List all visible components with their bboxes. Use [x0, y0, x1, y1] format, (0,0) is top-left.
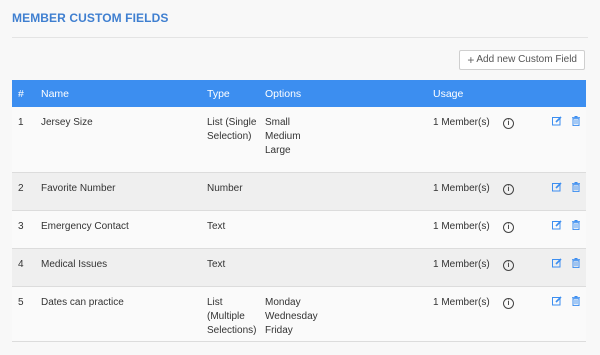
option-item: Medium — [265, 131, 301, 142]
header-options: Options — [265, 87, 302, 100]
edit-icon[interactable] — [552, 181, 562, 192]
row-info: i — [503, 172, 549, 210]
row-options — [265, 210, 433, 248]
row-action-group — [549, 295, 586, 306]
row-actions — [549, 107, 586, 172]
option-item: Wednesday — [265, 310, 318, 322]
info-icon[interactable]: i — [503, 221, 514, 233]
row-num: 5 — [18, 296, 24, 308]
edit-icon[interactable] — [552, 295, 562, 306]
edit-icon[interactable] — [552, 257, 562, 268]
table-row: 4 Medical Issues Text 1 Member(s) i — [12, 248, 586, 286]
row-type: Number — [207, 172, 265, 210]
row-actions — [549, 172, 586, 210]
row-name: Jersey Size — [41, 117, 93, 128]
title-divider — [12, 37, 588, 38]
table-row: 2 Favorite Number Number 1 Member(s) i — [12, 172, 586, 210]
header-info — [503, 80, 549, 107]
row-info: i — [503, 107, 549, 172]
info-icon[interactable]: i — [503, 118, 514, 129]
row-usage: 1 Member(s) — [433, 182, 490, 194]
trash-icon[interactable] — [571, 295, 581, 306]
row-name: Medical Issues — [41, 258, 108, 270]
option-item: Large — [265, 145, 291, 156]
row-type: Text — [207, 210, 265, 248]
type-line: Selections) — [207, 324, 257, 336]
row-usage: 1 Member(s) — [433, 258, 490, 270]
trash-icon[interactable] — [571, 116, 581, 126]
header-name: Name — [41, 87, 70, 100]
type-line: List — [207, 296, 223, 308]
trash-icon[interactable] — [571, 257, 581, 268]
option-item: Small — [265, 117, 291, 128]
option-item: Friday — [265, 324, 293, 336]
table-row: 5 Dates can practice List (Multiple Selectio… — [12, 286, 586, 341]
header-num: # — [18, 87, 24, 100]
row-usage: 1 Member(s) — [433, 296, 490, 308]
row-type: Text — [207, 248, 265, 286]
row-name: Emergency Contact — [41, 220, 129, 232]
header-type: Type — [207, 87, 230, 100]
row-info: i — [503, 286, 549, 341]
row-action-group — [549, 116, 586, 126]
trash-icon[interactable] — [571, 181, 581, 192]
row-name: Favorite Number — [41, 182, 116, 194]
table-header-row: # Name Type Options Usage — [12, 80, 586, 107]
table-row: 1 Jersey Size List (Single Selection) Small M… — [12, 107, 586, 172]
add-custom-field-button[interactable]: + Add new Custom Field — [459, 50, 585, 70]
row-info: i — [503, 248, 549, 286]
page-title: MEMBER CUSTOM FIELDS — [12, 11, 169, 25]
type-line: Text — [207, 220, 226, 232]
row-info: i — [503, 210, 549, 248]
option-item: Monday — [265, 296, 301, 308]
row-options — [265, 248, 433, 286]
row-num: 4 — [18, 258, 24, 270]
type-line: Text — [207, 258, 226, 270]
type-line: Number — [207, 182, 243, 194]
row-type: List (Single Selection) — [207, 107, 265, 172]
edit-icon[interactable] — [552, 219, 562, 230]
edit-icon[interactable] — [552, 116, 562, 126]
row-action-group — [549, 219, 586, 230]
type-line: Selection) — [207, 131, 252, 142]
info-icon[interactable]: i — [503, 297, 514, 309]
type-line: List (Single — [207, 117, 257, 128]
row-usage: 1 Member(s) — [433, 220, 490, 232]
row-name: Dates can practice — [41, 296, 124, 308]
row-actions — [549, 248, 586, 286]
plus-icon: + — [467, 53, 475, 67]
row-usage: 1 Member(s) — [433, 117, 490, 128]
header-actions — [549, 80, 586, 107]
row-options: Monday Wednesday Friday — [265, 286, 433, 341]
table-row: 3 Emergency Contact Text 1 Member(s) i — [12, 210, 586, 248]
row-num: 2 — [18, 182, 24, 194]
info-icon[interactable]: i — [503, 183, 514, 195]
row-actions — [549, 210, 586, 248]
row-options: Small Medium Large — [265, 107, 433, 172]
custom-fields-table: # Name Type Options Usage 1 Jersey Size Li… — [12, 80, 586, 342]
row-num: 1 — [18, 117, 24, 128]
type-line: (Multiple — [207, 310, 245, 322]
info-icon[interactable]: i — [503, 259, 514, 271]
add-custom-field-label: Add new Custom Field — [476, 54, 577, 65]
trash-icon[interactable] — [571, 219, 581, 230]
row-type: List (Multiple Selections) — [207, 286, 265, 341]
row-actions — [549, 286, 586, 341]
row-action-group — [549, 181, 586, 192]
row-options — [265, 172, 433, 210]
row-action-group — [549, 257, 586, 268]
header-usage: Usage — [433, 87, 464, 100]
row-num: 3 — [18, 220, 24, 232]
